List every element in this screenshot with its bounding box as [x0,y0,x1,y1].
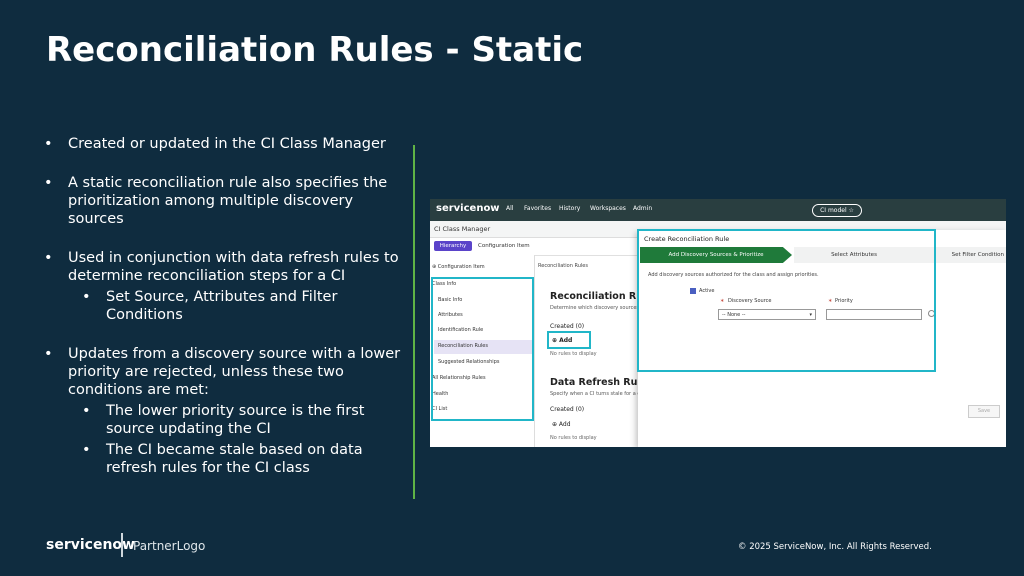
reconciliation-rules-desc: Determine which discovery sources a [550,305,644,311]
nav-item-all[interactable]: All [506,205,513,212]
left-panel-header: ⊕ Configuration Item [432,264,485,270]
top-nav-bar: servicenow All Favorites History Workspa… [430,199,1006,221]
copyright-text: © 2025 ServiceNow, Inc. All Rights Reser… [738,542,932,552]
bullet-item: Created or updated in the CI Class Manag… [44,135,404,153]
app-title: CI Class Manager [434,225,491,233]
footer-divider [121,533,123,557]
modal-highlight-box [637,229,936,372]
bullet-item: Updates from a discovery source with a l… [44,345,404,399]
no-rules-text: No rules to display [550,351,597,357]
nav-item-workspaces[interactable]: Workspaces [590,205,626,212]
add-button[interactable]: ⊕ Add [552,421,571,428]
created-count: Created (0) [550,323,585,330]
left-panel-highlight-box [431,277,534,421]
hierarchy-button[interactable]: Hierarchy [434,241,472,251]
bullet-item: A static reconciliation rule also specif… [44,174,404,228]
servicenow-logo: servicenow [436,203,500,214]
save-button[interactable]: Save [968,405,1000,418]
nav-item-admin[interactable]: Admin [633,205,652,212]
embedded-screenshot: servicenow All Favorites History Workspa… [430,199,1006,447]
add-button-highlight-box [547,331,591,349]
created-count: Created (0) [550,406,585,413]
bullet-item: Used in conjunction with data refresh ru… [44,249,404,285]
no-rules-text: No rules to display [550,435,597,441]
sub-bullet-item: Set Source, Attributes and Filter Condit… [44,288,404,324]
partner-logo: PartnerLogo [133,539,206,553]
nav-item-history[interactable]: History [559,205,580,212]
sub-bullet-item: The CI became stale based on data refres… [44,441,404,477]
sub-bullet-item: The lower priority source is the first s… [44,402,404,438]
slide-title: Reconciliation Rules - Static [46,30,584,70]
divider-line [413,145,415,499]
breadcrumb: Reconciliation Rules [538,263,588,269]
ci-model-pill[interactable]: CI model ☆ [812,204,862,217]
bullet-list: Created or updated in the CI Class Manag… [44,135,404,477]
data-refresh-rules-desc: Specify when a CI turns stale for a disc [550,391,648,397]
tab-configuration-item[interactable]: Configuration Item [478,243,530,249]
nav-item-favorites[interactable]: Favorites [524,205,551,212]
